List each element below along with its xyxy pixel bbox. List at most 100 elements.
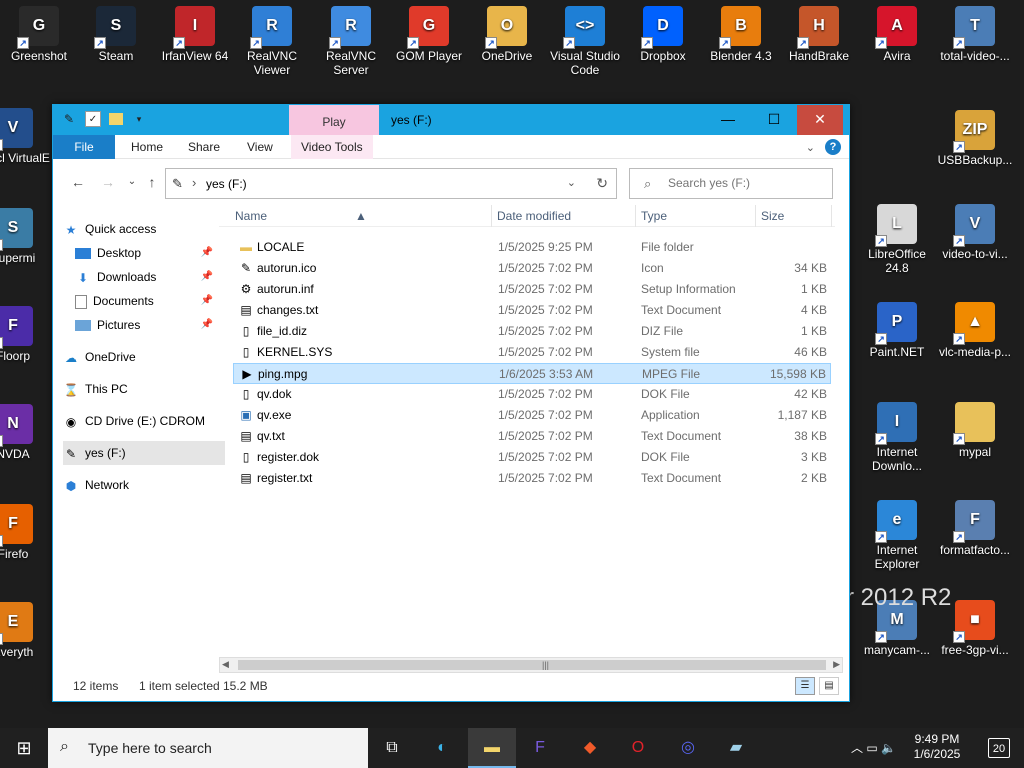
desktop-shortcut[interactable]: F↗Floorp	[0, 302, 52, 363]
properties-icon[interactable]: ✓	[85, 111, 101, 127]
scroll-thumb[interactable]: |||	[238, 660, 826, 670]
forward-arrow-icon[interactable]: →	[99, 173, 117, 191]
desktop-shortcut[interactable]: ZIP ↗ USBBackup...	[936, 106, 1014, 167]
maximize-button[interactable]: ☐	[751, 105, 797, 135]
taskbar-search-placeholder[interactable]: Type here to search	[88, 740, 212, 756]
file-row[interactable]: ▶ ping.mpg 1/6/2025 3:53 AM MPEG File 15,598…	[233, 363, 831, 384]
clock[interactable]: 9:49 PM 1/6/2025	[904, 732, 970, 762]
notes-app-icon[interactable]: ▰	[712, 728, 760, 768]
tab-video-tools[interactable]: Video Tools	[291, 135, 373, 159]
search-input[interactable]	[668, 176, 826, 190]
task-view-icon[interactable]: ⧉	[368, 728, 416, 768]
column-name[interactable]: Name	[235, 209, 267, 223]
nav-documents[interactable]: Documents 📌	[75, 289, 215, 313]
play-context-tab[interactable]: Play	[289, 105, 379, 135]
desktop-shortcut[interactable]: G ↗ Greenshot	[0, 2, 78, 63]
recent-locations-icon[interactable]: ⌄	[123, 173, 141, 191]
desktop-shortcut[interactable]: E↗Everyth	[0, 598, 52, 659]
file-row[interactable]: ▯ KERNEL.SYS 1/5/2025 7:02 PM System file 46…	[233, 342, 831, 363]
file-row[interactable]: ▯ register.dok 1/5/2025 7:02 PM DOK File 3 K…	[233, 447, 831, 468]
file-row[interactable]: ▣ qv.exe 1/5/2025 7:02 PM Application 1,187 …	[233, 405, 831, 426]
minimize-button[interactable]: —	[705, 105, 751, 135]
address-text[interactable]: yes (F:)	[206, 177, 247, 191]
discord-icon[interactable]: ◎	[664, 728, 712, 768]
column-date-modified[interactable]: Date modified	[497, 209, 571, 223]
taskbar-search[interactable]: ⌕ Type here to search	[48, 728, 368, 768]
tab-home[interactable]: Home	[121, 135, 173, 159]
desktop-shortcut[interactable]: A ↗ Avira	[858, 2, 936, 63]
desktop-shortcut[interactable]: R ↗ RealVNC Viewer	[233, 2, 311, 77]
tab-file[interactable]: File	[53, 135, 115, 159]
desktop-shortcut[interactable]: <> ↗ Visual Studio Code	[546, 2, 624, 77]
desktop-shortcut[interactable]: D ↗ Dropbox	[624, 2, 702, 63]
file-row[interactable]: ▤ register.txt 1/5/2025 7:02 PM Text Docume…	[233, 468, 831, 489]
desktop-shortcut[interactable]: H ↗ HandBrake	[780, 2, 858, 63]
desktop-shortcut[interactable]: S ↗ Steam	[77, 2, 155, 63]
file-row[interactable]: ▯ file_id.diz 1/5/2025 7:02 PM DIZ File 1 KB	[233, 321, 831, 342]
help-button[interactable]: ?	[825, 139, 841, 155]
notification-center-icon[interactable]: 20	[988, 738, 1010, 758]
desktop-shortcut[interactable]: L ↗ LibreOffice 24.8	[858, 200, 936, 275]
desktop-shortcut[interactable]: V↗Oracl VirtualE	[0, 104, 52, 165]
desktop-shortcut[interactable]: e ↗ Internet Explorer	[858, 496, 936, 571]
large-icons-view-icon[interactable]: ▤	[819, 677, 839, 695]
refresh-icon[interactable]: ↻	[596, 175, 608, 192]
nav-desktop[interactable]: Desktop 📌	[75, 241, 215, 265]
nav-pictures[interactable]: Pictures 📌	[75, 313, 215, 337]
opera-icon[interactable]: O	[614, 728, 662, 768]
desktop-shortcut[interactable]: I ↗ IrfanView 64	[156, 2, 234, 63]
desktop-shortcut[interactable]: G ↗ GOM Player	[390, 2, 468, 63]
nav-quick-access[interactable]: ★ Quick access	[63, 217, 225, 241]
close-button[interactable]: ✕	[797, 105, 843, 135]
windows-start-icon[interactable]: ⊞	[0, 728, 48, 768]
desktop-shortcut[interactable]: ▲ ↗ vlc-media-p...	[936, 298, 1014, 359]
column-size[interactable]: Size	[761, 209, 784, 223]
nav-network[interactable]: ⬢ Network	[63, 473, 225, 497]
up-arrow-icon[interactable]: ↑	[143, 173, 161, 191]
floorp-icon[interactable]: F	[516, 728, 564, 768]
chevron-down-icon[interactable]: ⌄	[567, 176, 576, 189]
file-row[interactable]: ✎ autorun.ico 1/5/2025 7:02 PM Icon 34 KB	[233, 258, 831, 279]
desktop-shortcut[interactable]: R ↗ RealVNC Server	[312, 2, 390, 77]
tab-share[interactable]: Share	[178, 135, 230, 159]
desktop-shortcut[interactable]: O ↗ OneDrive	[468, 2, 546, 63]
desktop-shortcut[interactable]: S↗Supermi	[0, 204, 52, 265]
expand-ribbon-icon[interactable]: ⌄	[806, 141, 815, 154]
nav-this-pc[interactable]: ⌛ This PC	[63, 377, 225, 401]
edge-icon[interactable]: ◐	[418, 728, 466, 768]
drive-icon[interactable]: ✎	[61, 111, 77, 127]
desktop-shortcut[interactable]: N↗NVDA	[0, 400, 52, 461]
details-view-icon[interactable]: ☰	[795, 677, 815, 695]
scroll-left-icon[interactable]: ◀	[222, 659, 229, 670]
search-box[interactable]: ⌕	[629, 168, 833, 199]
desktop-shortcut[interactable]: F↗Firefo	[0, 500, 52, 561]
nav-downloads[interactable]: ⬇ Downloads 📌	[75, 265, 215, 289]
scroll-right-icon[interactable]: ▶	[833, 659, 840, 670]
desktop-shortcut[interactable]: ↗ mypal	[936, 398, 1014, 459]
desktop-shortcut[interactable]: T ↗ total-video-...	[936, 2, 1014, 63]
file-row[interactable]: ⚙ autorun.inf 1/5/2025 7:02 PM Setup Inform…	[233, 279, 831, 300]
horizontal-scrollbar[interactable]: ◀ ||| ▶	[219, 657, 843, 673]
desktop-shortcut[interactable]: V ↗ video-to-vi...	[936, 200, 1014, 261]
chevron-right-icon[interactable]: ›	[192, 175, 196, 190]
desktop-shortcut[interactable]: P ↗ Paint.NET	[858, 298, 936, 359]
new-folder-icon[interactable]	[109, 113, 123, 125]
column-type[interactable]: Type	[641, 209, 667, 223]
file-row[interactable]: ▬ LOCALE 1/5/2025 9:25 PM File folder	[233, 237, 831, 258]
tray-icons[interactable]: ︿ ▭ 🔈	[851, 739, 896, 756]
brave-icon[interactable]: ◆	[566, 728, 614, 768]
title-bar[interactable]: ✎ ✓ ▾ Play yes (F:) — ☐ ✕	[53, 105, 849, 135]
file-row[interactable]: ▯ qv.dok 1/5/2025 7:02 PM DOK File 42 KB	[233, 384, 831, 405]
tab-view[interactable]: View	[237, 135, 283, 159]
customize-toolbar-icon[interactable]: ▾	[131, 111, 147, 127]
desktop-shortcut[interactable]: B ↗ Blender 4.3	[702, 2, 780, 63]
address-bar[interactable]: ✎ › yes (F:) ⌄ ↻	[165, 168, 617, 199]
file-row[interactable]: ▤ changes.txt 1/5/2025 7:02 PM Text Documen…	[233, 300, 831, 321]
file-row[interactable]: ▤ qv.txt 1/5/2025 7:02 PM Text Document 38 K…	[233, 426, 831, 447]
desktop-shortcut[interactable]: F ↗ formatfacto...	[936, 496, 1014, 557]
nav-cd-drive[interactable]: ◉ CD Drive (E:) CDROM	[63, 409, 225, 433]
back-arrow-icon[interactable]: ←	[69, 173, 87, 191]
desktop-shortcut[interactable]: I ↗ Internet Downlo...	[858, 398, 936, 473]
nav-yes-drive[interactable]: ✎ yes (F:)	[63, 441, 225, 465]
file-explorer-icon[interactable]: ▬	[468, 728, 516, 768]
